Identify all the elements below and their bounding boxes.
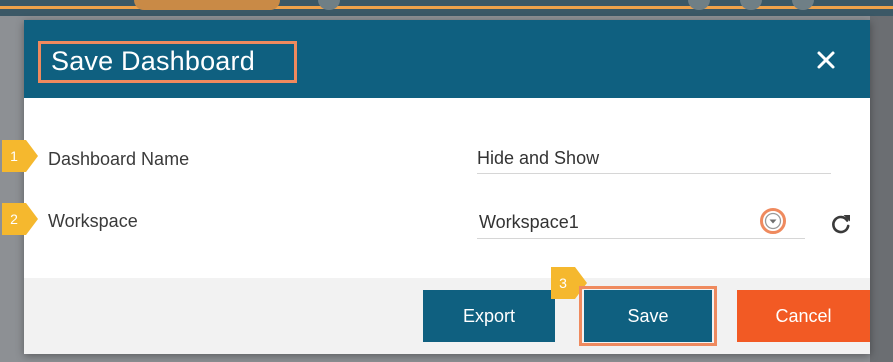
step-badge-1: 1: [2, 140, 42, 172]
step-number: 1: [10, 148, 18, 164]
dashboard-name-input[interactable]: [477, 143, 831, 174]
workspace-selected-value: Workspace1: [479, 212, 579, 232]
workspace-select[interactable]: Workspace1: [477, 206, 805, 239]
chevron-down-icon[interactable]: [759, 207, 787, 235]
step-number: 2: [10, 211, 18, 227]
save-button[interactable]: Save: [584, 290, 712, 342]
save-dashboard-dialog: Save Dashboard 1 Dashboard Name 2 Worksp…: [2, 20, 870, 354]
dialog-title: Save Dashboard: [51, 46, 255, 76]
close-icon: [817, 51, 835, 69]
background-scrollbar-area: [870, 16, 893, 362]
cancel-button[interactable]: Cancel: [737, 290, 870, 342]
close-button[interactable]: [810, 44, 842, 76]
refresh-icon[interactable]: [829, 212, 853, 236]
dashboard-name-label: Dashboard Name: [48, 149, 190, 169]
workspace-label: Workspace: [48, 211, 138, 231]
background-tab: [134, 0, 280, 10]
step-badge-2: 2: [2, 203, 42, 235]
export-button[interactable]: Export: [423, 290, 555, 342]
step-number: 3: [559, 275, 567, 291]
